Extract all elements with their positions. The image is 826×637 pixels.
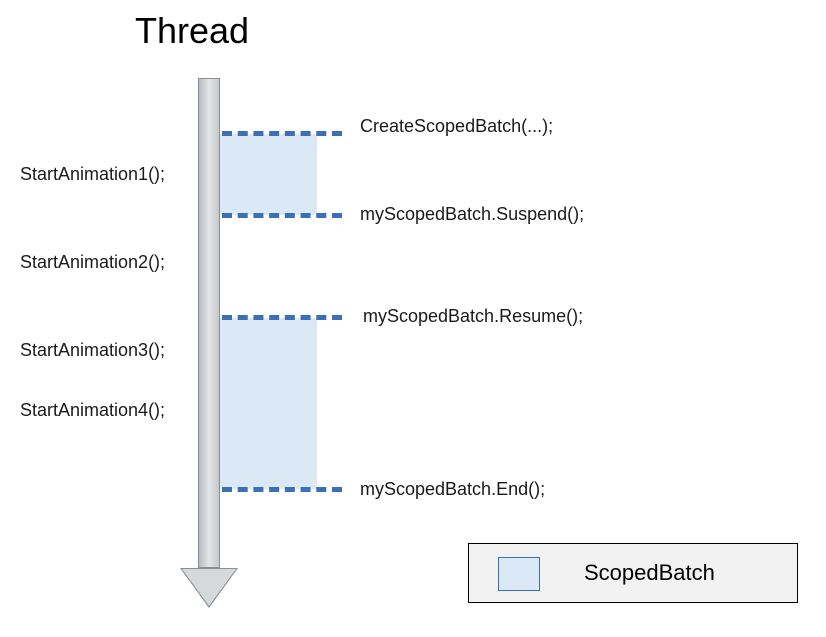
dash-create — [222, 131, 342, 136]
right-label-suspend: myScopedBatch.Suspend(); — [360, 204, 584, 225]
dash-end — [222, 487, 342, 492]
thread-arrow-shaft — [198, 78, 220, 568]
legend-label: ScopedBatch — [584, 560, 715, 586]
left-label-anim4: StartAnimation4(); — [20, 400, 165, 421]
left-label-anim1: StartAnimation1(); — [20, 164, 165, 185]
dash-suspend — [222, 213, 342, 218]
left-label-anim2: StartAnimation2(); — [20, 252, 165, 273]
right-label-end: myScopedBatch.End(); — [360, 479, 545, 500]
dash-resume — [222, 315, 342, 320]
right-label-create: CreateScopedBatch(...); — [360, 116, 553, 137]
diagram-title: Thread — [135, 10, 249, 52]
batch-region-2 — [217, 318, 317, 489]
batch-region-1 — [217, 134, 317, 215]
left-label-anim3: StartAnimation3(); — [20, 340, 165, 361]
legend-swatch — [498, 557, 540, 591]
right-label-resume: myScopedBatch.Resume(); — [363, 306, 583, 327]
